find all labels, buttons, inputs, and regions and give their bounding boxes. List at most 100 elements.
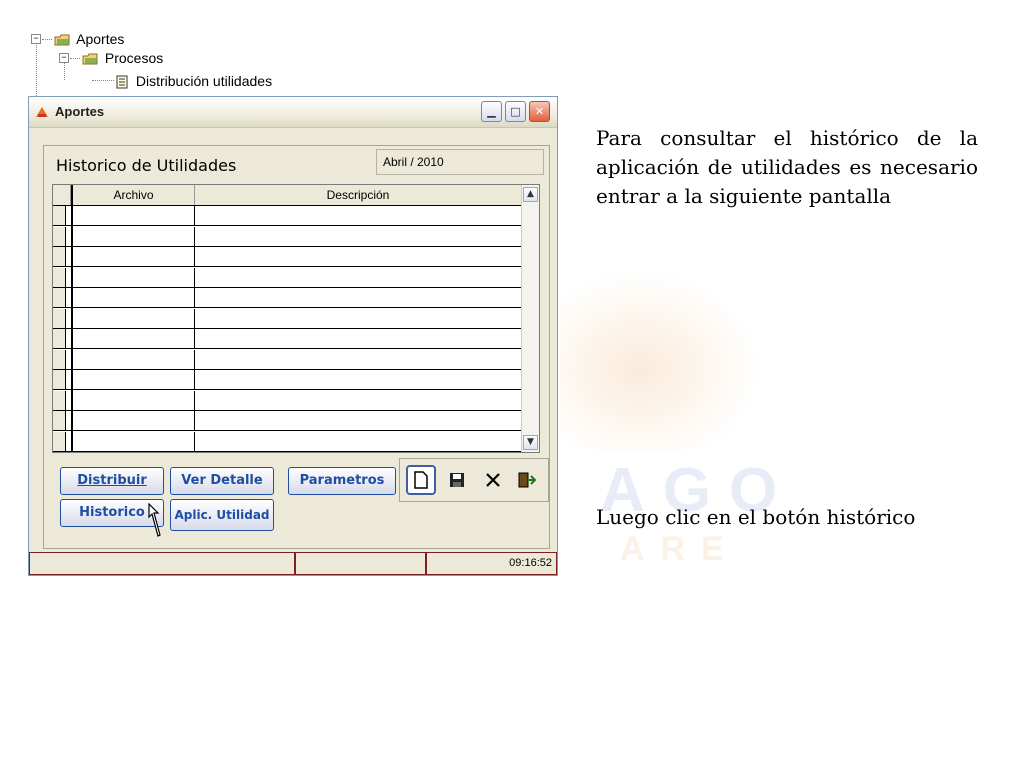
row-selector[interactable] <box>53 329 66 348</box>
row-selector[interactable] <box>53 206 66 225</box>
row-selector[interactable] <box>53 288 66 307</box>
grid-separator <box>71 185 73 452</box>
maximize-button[interactable]: □ <box>505 101 526 122</box>
column-header-archivo[interactable]: Archivo <box>73 185 195 205</box>
delete-button[interactable] <box>478 465 508 495</box>
cell-descripcion[interactable] <box>195 288 521 307</box>
folder-icon <box>82 53 98 65</box>
document-icon <box>116 75 128 89</box>
row-selector[interactable] <box>53 247 66 266</box>
row-selector[interactable] <box>53 267 66 287</box>
tree-item-aportes[interactable]: Aportes <box>54 30 124 48</box>
tree-label-procesos: Procesos <box>104 50 164 66</box>
cell-archivo[interactable] <box>73 206 195 225</box>
instruction-paragraph-2: Luego clic en el botón histórico <box>596 505 916 529</box>
table-row[interactable] <box>53 226 521 247</box>
cell-descripcion[interactable] <box>195 268 521 287</box>
table-row[interactable] <box>53 288 521 308</box>
cell-archivo[interactable] <box>73 411 195 430</box>
close-icon: ✕ <box>534 105 545 118</box>
cell-descripcion[interactable] <box>195 247 521 266</box>
table-row[interactable] <box>53 411 521 431</box>
row-selector-header <box>53 185 71 205</box>
cell-archivo[interactable] <box>73 267 195 287</box>
minimize-icon: ▁ <box>487 105 496 118</box>
minimize-button[interactable]: ▁ <box>481 101 502 122</box>
tree-label-aportes: Aportes <box>76 31 125 47</box>
cell-archivo[interactable] <box>73 247 195 266</box>
tree-item-procesos[interactable]: Procesos <box>82 49 163 67</box>
new-button[interactable] <box>406 465 436 495</box>
row-selector[interactable] <box>53 390 66 410</box>
scroll-down-button[interactable]: ▼ <box>523 435 538 450</box>
title-bar[interactable]: Aportes ▁ □ ✕ <box>29 97 557 128</box>
table-row[interactable] <box>53 390 521 411</box>
exit-button[interactable] <box>512 465 542 495</box>
row-selector[interactable] <box>53 308 66 328</box>
distribuir-button[interactable]: Distribuir <box>60 467 164 495</box>
table-row[interactable] <box>53 431 521 452</box>
save-button[interactable] <box>442 465 472 495</box>
watermark-text-2: ARE <box>620 530 740 568</box>
folder-icon <box>54 34 70 46</box>
table-row[interactable] <box>53 349 521 370</box>
grid-scrollbar[interactable]: ▲ ▼ <box>521 185 539 452</box>
row-selector[interactable] <box>53 411 66 430</box>
mouse-cursor-icon <box>148 503 161 537</box>
cell-descripcion[interactable] <box>195 411 521 430</box>
cell-archivo[interactable] <box>73 308 195 328</box>
row-selector[interactable] <box>53 370 66 389</box>
cell-archivo[interactable] <box>73 431 195 451</box>
table-row[interactable] <box>53 308 521 329</box>
history-grid[interactable]: Archivo Descripción ▲ ▼ <box>52 184 540 453</box>
new-icon <box>414 471 428 489</box>
maximize-icon: □ <box>510 105 521 118</box>
tree-item-distribucion[interactable]: Distribución utilidades <box>116 72 272 90</box>
cell-archivo[interactable] <box>73 226 195 246</box>
scroll-up-button[interactable]: ▲ <box>523 187 538 202</box>
grid-header: Archivo Descripción <box>53 185 521 206</box>
cell-archivo[interactable] <box>73 288 195 307</box>
cell-descripcion[interactable] <box>195 350 521 369</box>
row-selector[interactable] <box>53 431 66 451</box>
form-title: Historico de Utilidades <box>56 156 237 175</box>
cell-descripcion[interactable] <box>195 206 521 225</box>
status-cell <box>295 553 426 575</box>
row-selector[interactable] <box>53 349 66 369</box>
cell-descripcion[interactable] <box>195 370 521 389</box>
cell-descripcion[interactable] <box>195 432 521 451</box>
table-row[interactable] <box>53 370 521 390</box>
cell-descripcion[interactable] <box>195 309 521 328</box>
parametros-button[interactable]: Parametros <box>288 467 396 495</box>
cell-descripcion[interactable] <box>195 329 521 348</box>
row-selector[interactable] <box>53 226 66 246</box>
close-button[interactable]: ✕ <box>529 101 550 122</box>
table-row[interactable] <box>53 267 521 288</box>
aplic-utilidad-button[interactable]: Aplic. Utilidad <box>170 499 274 531</box>
instruction-paragraph-1: Para consultar el histórico de la aplica… <box>596 126 978 208</box>
cell-archivo[interactable] <box>73 390 195 410</box>
window-title: Aportes <box>55 104 105 119</box>
collapse-toggle[interactable]: − <box>59 53 69 63</box>
cell-archivo[interactable] <box>73 370 195 389</box>
delete-icon <box>486 473 500 487</box>
status-cell <box>29 553 295 575</box>
status-time: 09:16:52 <box>426 553 557 575</box>
chevron-down-icon: ▼ <box>527 437 534 447</box>
record-toolbar <box>399 458 549 502</box>
column-header-descripcion[interactable]: Descripción <box>195 185 521 205</box>
cell-descripcion[interactable] <box>195 227 521 246</box>
cell-archivo[interactable] <box>73 349 195 369</box>
status-bar: 09:16:52 <box>29 552 557 575</box>
app-icon <box>36 107 48 117</box>
ver-detalle-button[interactable]: Ver Detalle <box>170 467 274 495</box>
chevron-up-icon: ▲ <box>527 189 534 199</box>
table-row[interactable] <box>53 329 521 349</box>
cell-descripcion[interactable] <box>195 391 521 410</box>
cell-archivo[interactable] <box>73 329 195 348</box>
collapse-toggle[interactable]: − <box>31 34 41 44</box>
table-row[interactable] <box>53 247 521 267</box>
period-field: Abril / 2010 <box>376 149 544 175</box>
tree-label-distribucion: Distribución utilidades <box>135 73 273 89</box>
table-row[interactable] <box>53 206 521 226</box>
